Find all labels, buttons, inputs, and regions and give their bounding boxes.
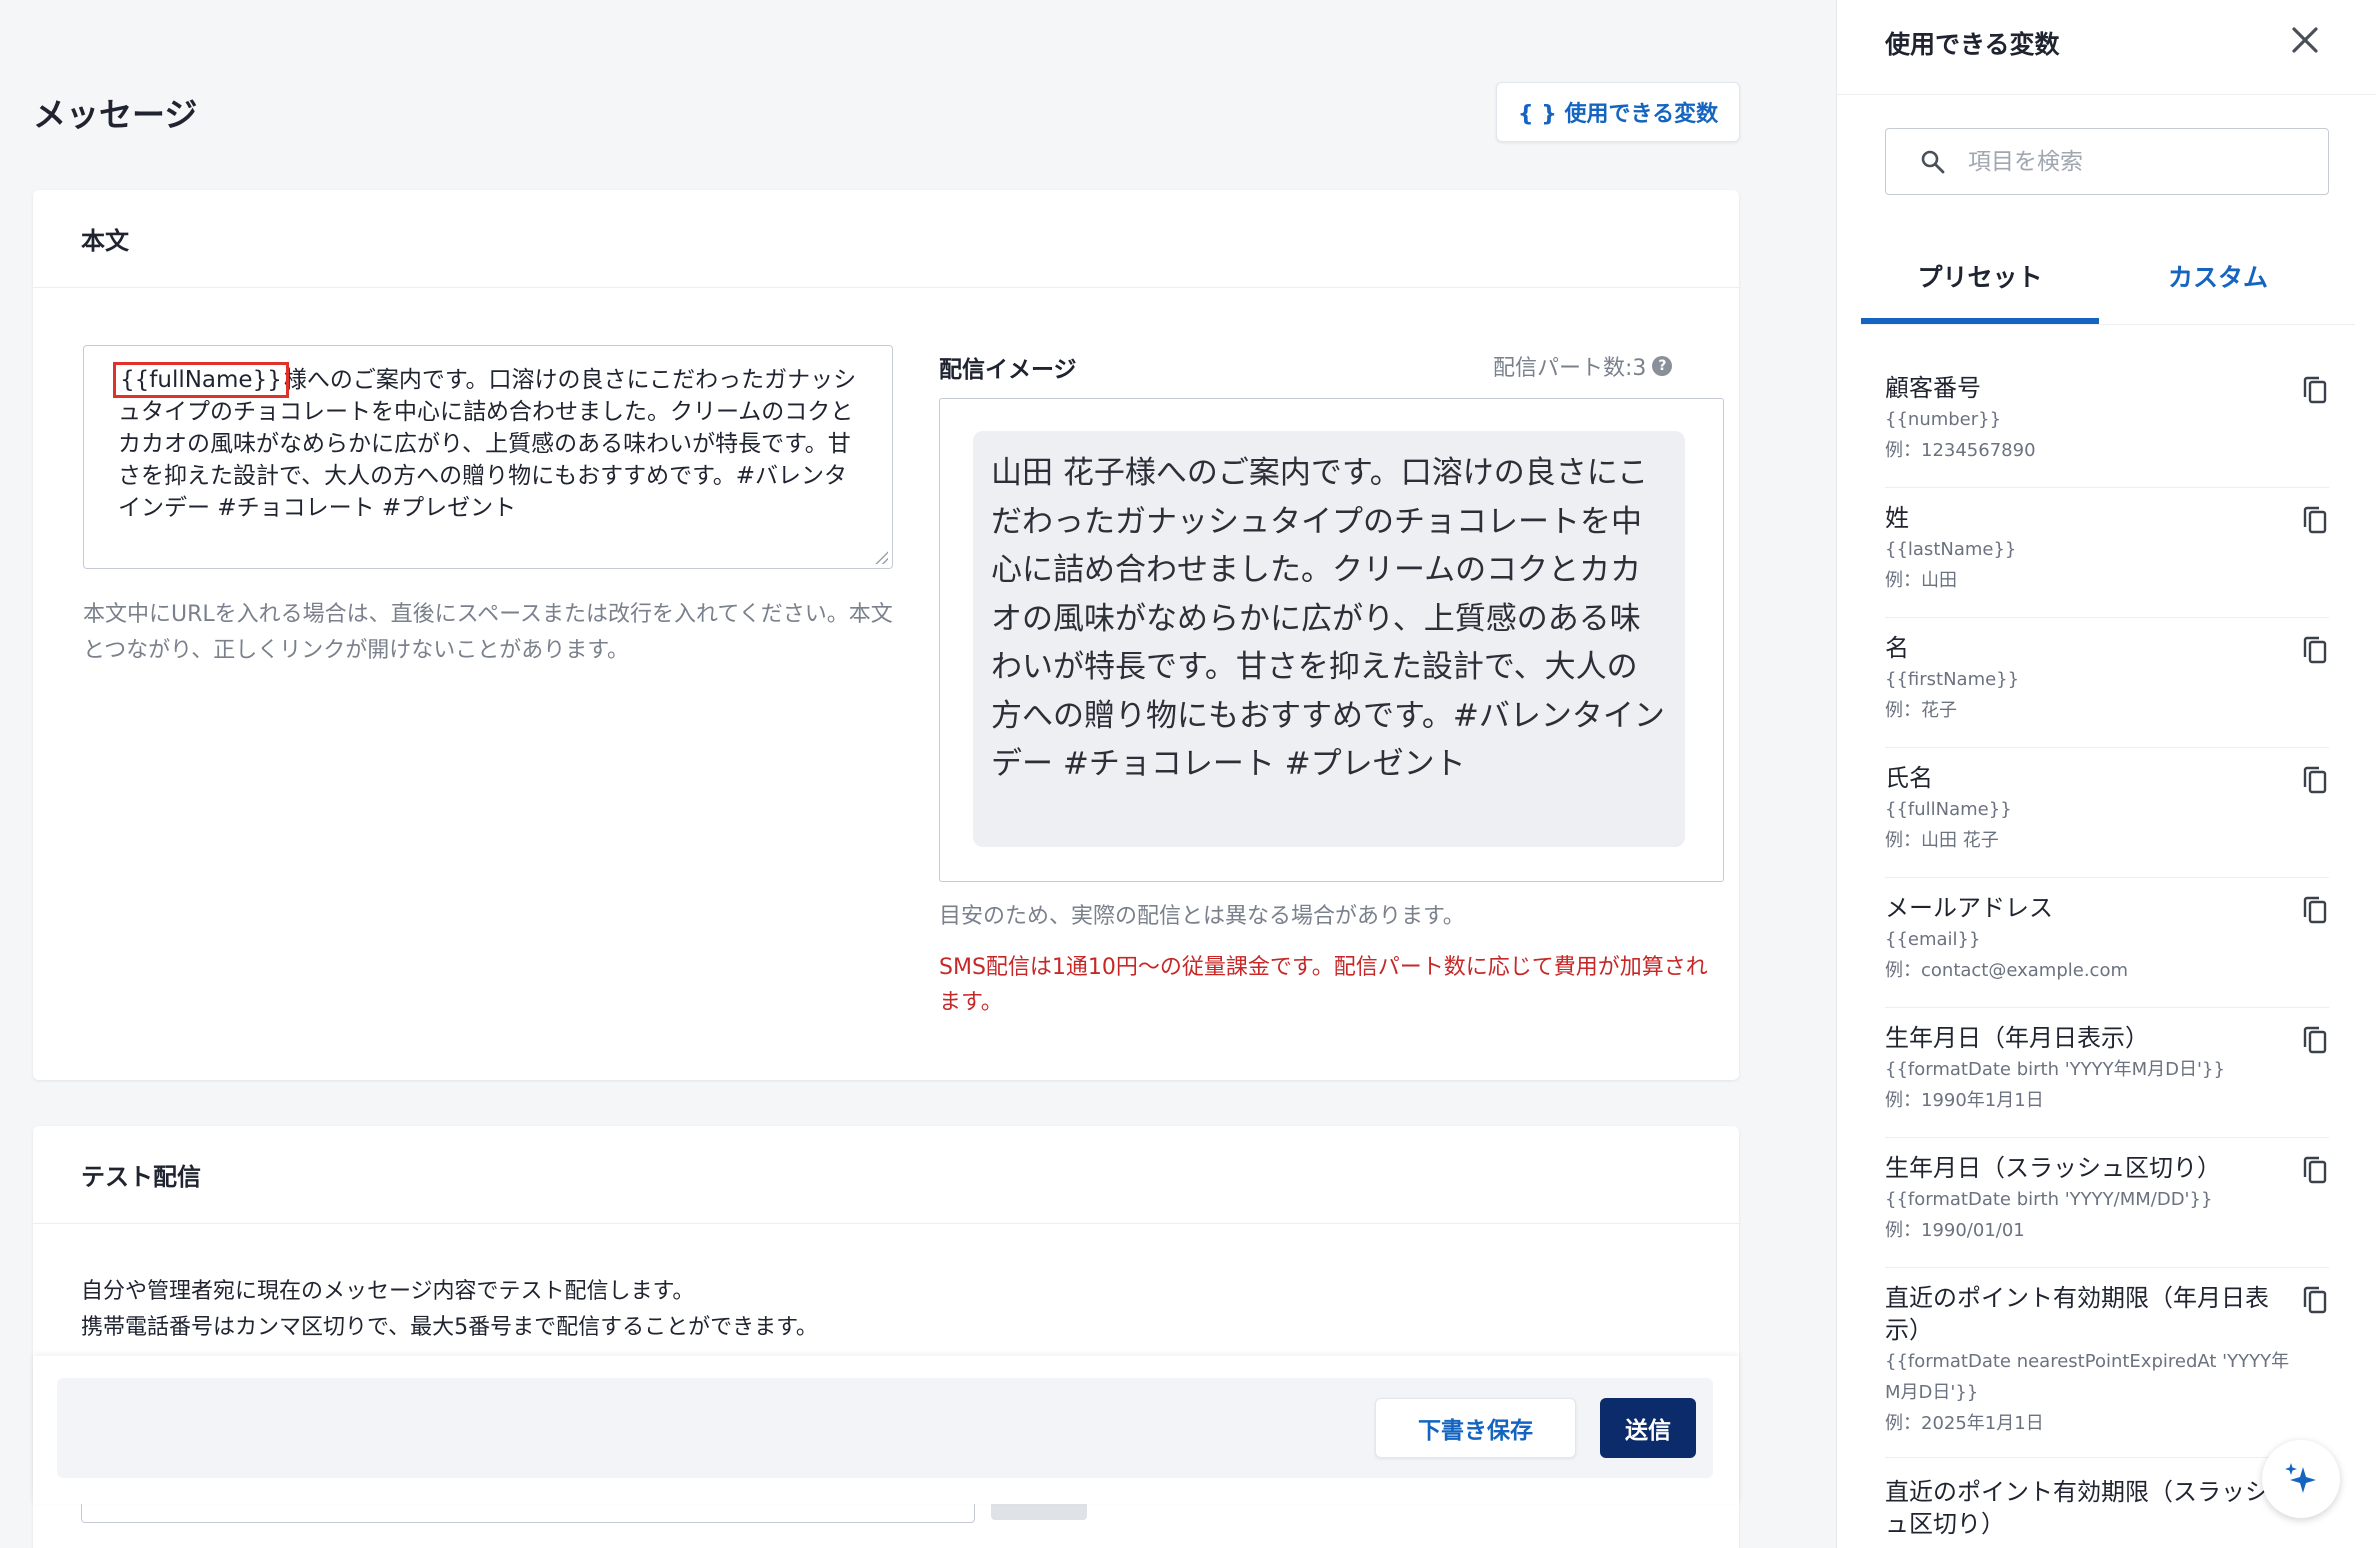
tab-preset[interactable]: プリセット [1861, 248, 2099, 324]
variable-name: 生年月日（スラッシュ区切り） [1885, 1154, 2221, 1182]
sparkle-icon [2285, 1463, 2316, 1493]
body-card-header: 本文 [33, 190, 1739, 288]
page-title: メッセージ [33, 95, 198, 134]
variable-code: {{email}} [1885, 929, 1981, 950]
variable-example: 例：花子 [1885, 700, 1957, 721]
variable-name: 直近のポイント有効期限（スラッシュ区切り） [1885, 1478, 2269, 1538]
billing-warning: SMS配信は1通10円〜の従量課金です。配信パート数に応じて費用が加算されます。 [939, 955, 1708, 1015]
variable-code: {{formatDate birth 'YYYY/MM/DD'}} [1885, 1189, 2213, 1210]
variable-item[interactable]: 直近のポイント有効期限（年月日表示） {{formatDate nearestP… [1885, 1282, 2329, 1458]
variable-code: {{lastName}} [1885, 539, 2017, 560]
test-description: 自分や管理者宛に現在のメッセージ内容でテスト配信します。 携帯電話番号はカンマ区… [81, 1274, 818, 1346]
ai-assist-button[interactable] [2262, 1440, 2340, 1518]
variable-example: 例：contact@example.com [1885, 960, 2128, 981]
copy-icon[interactable] [2301, 764, 2329, 798]
search-icon [1921, 150, 1945, 173]
variable-item[interactable]: 名 {{firstName}} 例：花子 [1885, 632, 2329, 748]
copy-icon[interactable] [2301, 1154, 2329, 1188]
preview-note: 目安のため、実際の配信とは異なる場合があります。 [939, 904, 1465, 929]
variable-item[interactable]: 顧客番号 {{number}} 例：1234567890 [1885, 372, 2329, 488]
variable-name: 名 [1885, 634, 1909, 662]
tab-custom[interactable]: カスタム [2099, 248, 2337, 324]
variable-code: {{number}} [1885, 409, 2002, 430]
variable-code: {{formatDate nearestPointExpiredAt 'YYYY… [1885, 1351, 2290, 1403]
variable-example: 例：1234567890 [1885, 440, 2036, 461]
variable-name: 氏名 [1885, 764, 1933, 792]
save-draft-button[interactable]: 下書き保存 [1375, 1398, 1576, 1458]
variable-example: 例：1990/01/01 [1885, 1220, 2025, 1241]
url-hint: 本文中にURLを入れる場合は、直後にスペースまたは改行を入れてください。本文とつ… [83, 602, 893, 663]
variable-item[interactable]: 姓 {{lastName}} 例：山田 [1885, 502, 2329, 618]
variable-highlight: {{fullName}} [113, 362, 289, 398]
preview-box: 山田 花子様へのご案内です。口溶けの良さにこだわったガナッシュタイプのチョコレー… [939, 398, 1724, 882]
variable-name: 直近のポイント有効期限（年月日表示） [1885, 1284, 2269, 1344]
variable-item[interactable]: メールアドレス {{email}} 例：contact@example.com [1885, 892, 2329, 1008]
variable-name: 生年月日（年月日表示） [1885, 1024, 2149, 1052]
variable-example: 例：山田 花子 [1885, 830, 1999, 851]
variable-example: 例：1990年1月1日 [1885, 1090, 2044, 1111]
message-textarea[interactable]: {{fullName}}様へのご案内です。口溶けの良さにこだわったガナッシュタイ… [83, 345, 893, 569]
variable-code: {{fullName}} [1885, 799, 2012, 820]
search-input[interactable] [1968, 148, 2288, 175]
variable-example: 例：山田 [1885, 570, 1957, 591]
variable-name: 姓 [1885, 504, 1909, 532]
copy-icon[interactable] [2301, 374, 2329, 408]
send-button[interactable]: 送信 [1600, 1398, 1696, 1458]
variable-code: {{formatDate birth 'YYYY年M月D日'}} [1885, 1059, 2225, 1080]
available-variables-button[interactable]: { } 使用できる変数 [1496, 82, 1740, 142]
close-icon[interactable] [2285, 20, 2325, 60]
variable-name: メールアドレス [1885, 894, 2053, 922]
variable-example: 例：2025年1月1日 [1885, 1413, 2044, 1434]
copy-icon[interactable] [2301, 1024, 2329, 1058]
variable-item[interactable]: 生年月日（年月日表示） {{formatDate birth 'YYYY年M月D… [1885, 1022, 2329, 1138]
help-icon[interactable]: ? [1652, 356, 1673, 376]
panel-title: 使用できる変数 [1885, 30, 2060, 59]
parts-count-text: 配信パート数:3 [1493, 356, 1647, 381]
variable-search[interactable] [1885, 128, 2329, 195]
variable-code: {{firstName}} [1885, 669, 2020, 690]
tabs-divider [1861, 324, 2355, 325]
variable-item[interactable]: 生年月日（スラッシュ区切り） {{formatDate birth 'YYYY/… [1885, 1152, 2329, 1268]
copy-icon[interactable] [2301, 634, 2329, 668]
variable-name: 顧客番号 [1885, 374, 1981, 402]
copy-icon[interactable] [2301, 1284, 2329, 1318]
preview-label: 配信イメージ [939, 357, 1077, 383]
main-content: メッセージ { } 使用できる変数 本文 {{fullName}}様へのご案内で… [0, 0, 1836, 1548]
body-card: 本文 {{fullName}}様へのご案内です。口溶けの良さにこだわったガナッシ… [33, 190, 1739, 1080]
copy-icon[interactable] [2301, 504, 2329, 538]
variable-item[interactable]: 氏名 {{fullName}} 例：山田 花子 [1885, 762, 2329, 878]
copy-icon[interactable] [2301, 894, 2329, 928]
test-desc-line1: 自分や管理者宛に現在のメッセージ内容でテスト配信します。 [81, 1279, 695, 1304]
variables-panel: 使用できる変数 プリセット カスタム 顧客番号 {{number}} 例：123… [1836, 0, 2376, 1548]
test-desc-line2: 携帯電話番号はカンマ区切りで、最大5番号まで配信することができます。 [81, 1315, 818, 1340]
resize-handle[interactable] [874, 550, 888, 564]
preview-bubble: 山田 花子様へのご案内です。口溶けの良さにこだわったガナッシュタイプのチョコレー… [973, 431, 1685, 847]
parts-count: 配信パート数:3 ? [1493, 350, 1673, 382]
panel-divider [1837, 94, 2376, 95]
test-card-header: テスト配信 [33, 1126, 1739, 1224]
